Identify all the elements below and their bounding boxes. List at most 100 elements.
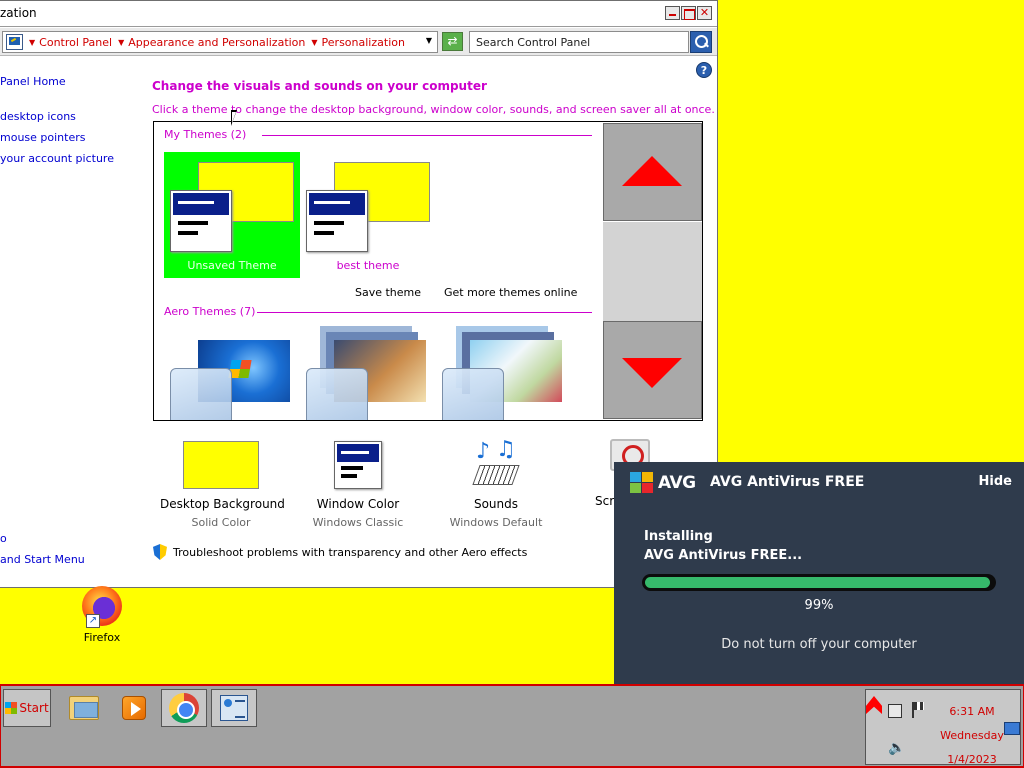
firefox-icon: ↗ bbox=[82, 586, 122, 628]
taskbar-file-explorer[interactable] bbox=[61, 689, 107, 727]
desktop-icon-firefox[interactable]: ↗ Firefox bbox=[72, 586, 132, 644]
volume-icon[interactable]: 🔈 bbox=[888, 740, 905, 756]
search-input[interactable]: Search Control Panel bbox=[469, 31, 689, 53]
system-tray: 🔈 6:31 AM Wednesday 1/4/2023 bbox=[865, 689, 1021, 768]
theme-architecture[interactable] bbox=[300, 332, 436, 420]
clock-day: Wednesday bbox=[940, 729, 1004, 742]
window-color-option[interactable]: Window Color Windows Classic bbox=[308, 441, 408, 529]
clock-time: 6:31 AM bbox=[949, 705, 995, 718]
clock-date: 1/4/2023 bbox=[947, 753, 997, 766]
chevron-down-icon[interactable]: ▼ bbox=[118, 38, 124, 47]
save-theme-link[interactable]: Save theme bbox=[355, 286, 421, 299]
taskbar-media-player[interactable] bbox=[111, 689, 157, 727]
shortcut-arrow-icon: ↗ bbox=[86, 614, 100, 628]
glass-preview-icon bbox=[442, 368, 504, 420]
install-warning: Do not turn off your computer bbox=[721, 637, 917, 652]
install-status-product: AVG AntiVirus FREE... bbox=[644, 548, 803, 563]
get-more-themes-link[interactable]: Get more themes online bbox=[444, 286, 577, 299]
refresh-button[interactable]: ⇄ bbox=[442, 32, 463, 51]
minimize-button[interactable] bbox=[665, 6, 680, 20]
help-icon[interactable]: ? bbox=[696, 62, 712, 78]
network-icon[interactable] bbox=[888, 704, 902, 718]
progress-percent: 99% bbox=[804, 598, 834, 613]
control-panel-icon bbox=[220, 695, 248, 721]
aero-themes-header: Aero Themes (7) bbox=[164, 305, 256, 318]
option-title: Sounds bbox=[473, 497, 519, 511]
divider bbox=[257, 312, 592, 313]
sounds-icon: ♪ ♫ bbox=[472, 437, 520, 489]
avg-product-name: AVG AntiVirus FREE bbox=[710, 474, 865, 490]
shield-icon bbox=[153, 544, 167, 560]
title-bar[interactable]: zation ✕ bbox=[0, 1, 717, 27]
show-desktop-button[interactable] bbox=[1004, 722, 1020, 735]
taskbar-control-panel[interactable] bbox=[211, 689, 257, 727]
screen-saver-option[interactable]: Scr bbox=[595, 494, 614, 508]
troubleshoot-aero-link[interactable]: Troubleshoot problems with transparency … bbox=[153, 544, 527, 560]
arrow-down-icon bbox=[622, 358, 682, 388]
divider bbox=[262, 135, 592, 136]
action-center-flag-icon[interactable] bbox=[912, 702, 926, 718]
chevron-down-icon[interactable]: ▼ bbox=[311, 38, 317, 47]
my-themes-header: My Themes (2) bbox=[164, 128, 247, 141]
sidebar-item-taskbar-start-menu[interactable]: and Start Menu bbox=[0, 553, 85, 566]
chrome-icon bbox=[169, 693, 199, 723]
arrow-up-icon bbox=[622, 156, 682, 186]
scroll-down-button[interactable] bbox=[603, 321, 702, 419]
option-subtitle: Windows Default bbox=[449, 516, 543, 529]
theme-best[interactable]: best theme bbox=[300, 152, 436, 278]
option-subtitle: Windows Classic bbox=[312, 516, 404, 529]
breadcrumb-item-personalization[interactable]: ▼ Personalization bbox=[311, 36, 405, 49]
address-dropdown-icon[interactable]: ▼ bbox=[426, 36, 432, 45]
maximize-button[interactable] bbox=[681, 6, 696, 20]
avg-mark-icon bbox=[630, 472, 654, 494]
taskbar-chrome[interactable] bbox=[161, 689, 207, 727]
window-preview-icon bbox=[170, 190, 232, 252]
progress-fill bbox=[645, 577, 990, 588]
sounds-option[interactable]: ♪ ♫ Sounds Windows Default bbox=[446, 437, 546, 529]
close-button[interactable]: ✕ bbox=[697, 6, 712, 20]
hide-button[interactable]: Hide bbox=[979, 474, 1012, 489]
show-hidden-icons-icon[interactable] bbox=[866, 696, 882, 714]
sidebar-item-mouse-pointers[interactable]: mouse pointers bbox=[0, 131, 86, 144]
option-subtitle: Solid Color bbox=[191, 516, 251, 529]
address-bar[interactable]: ▼ Control Panel ▼ Appearance and Personali… bbox=[2, 31, 438, 53]
install-progress-bar bbox=[642, 574, 996, 591]
avg-logo: AVG bbox=[630, 472, 696, 494]
sidebar-item-control-panel-home[interactable]: Panel Home bbox=[0, 75, 66, 88]
breadcrumb-item-appearance[interactable]: ▼ Appearance and Personalization bbox=[118, 36, 305, 49]
desktop-background-option[interactable]: Desktop Background Solid Color bbox=[160, 441, 285, 529]
chevron-down-icon[interactable]: ▼ bbox=[29, 38, 35, 47]
option-title: Window Color bbox=[316, 497, 400, 511]
troubleshoot-aero-label: Troubleshoot problems with transparency … bbox=[173, 545, 528, 559]
breadcrumb-item-control-panel[interactable]: ▼ Control Panel bbox=[29, 36, 112, 49]
page-title: Change the visuals and sounds on your co… bbox=[152, 79, 487, 93]
theme-nature[interactable] bbox=[436, 332, 572, 420]
scrollbar-track[interactable] bbox=[603, 222, 702, 321]
glass-preview-icon bbox=[306, 368, 368, 420]
window-color-icon bbox=[334, 441, 382, 489]
mouse-cursor-icon bbox=[231, 110, 237, 126]
file-explorer-icon bbox=[69, 696, 99, 720]
theme-windows-7[interactable] bbox=[164, 332, 300, 420]
sidebar-item-desktop-icons[interactable]: desktop icons bbox=[0, 110, 76, 123]
sidebar-item-account-picture[interactable]: your account picture bbox=[0, 152, 114, 165]
window-title: zation bbox=[0, 6, 37, 20]
sidebar-item-partial[interactable]: o bbox=[0, 532, 7, 545]
yellow-swatch-icon bbox=[183, 441, 259, 489]
control-panel-icon bbox=[6, 34, 23, 50]
windows-logo-icon bbox=[5, 702, 18, 714]
clock[interactable]: 6:31 AM Wednesday 1/4/2023 bbox=[936, 700, 1008, 768]
theme-label: Unsaved Theme bbox=[187, 259, 277, 272]
search-icon[interactable] bbox=[690, 31, 712, 53]
theme-unsaved[interactable]: Unsaved Theme bbox=[164, 152, 300, 278]
personalization-window: zation ✕ ▼ Control Panel ▼ Appearance and … bbox=[0, 0, 718, 588]
scroll-up-button[interactable] bbox=[603, 123, 702, 221]
media-player-icon bbox=[122, 696, 146, 720]
install-status: Installing bbox=[644, 529, 713, 544]
avg-brand: AVG bbox=[658, 473, 696, 493]
address-bar-row: ▼ Control Panel ▼ Appearance and Personali… bbox=[0, 28, 717, 56]
theme-label: best theme bbox=[336, 259, 400, 272]
start-label: Start bbox=[19, 701, 49, 715]
breadcrumb: ▼ Control Panel ▼ Appearance and Personali… bbox=[29, 36, 411, 49]
start-button[interactable]: Start bbox=[3, 689, 51, 727]
